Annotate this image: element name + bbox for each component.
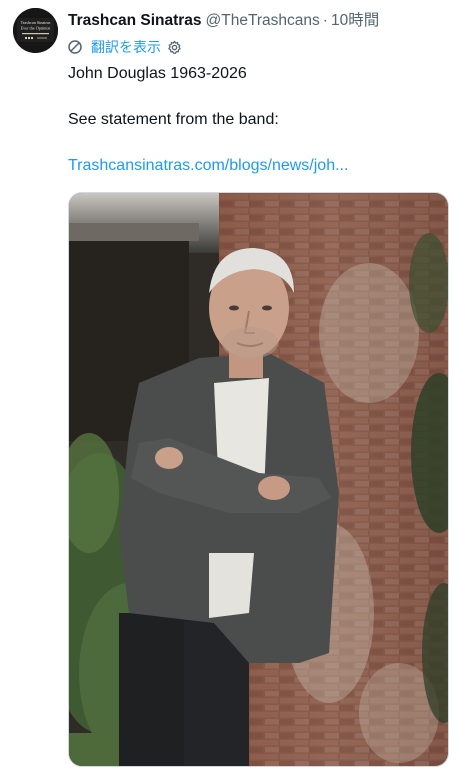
display-name[interactable]: Trashcan Sinatras — [68, 11, 202, 31]
blog-link[interactable]: Trashcansinatras.com/blogs/news/joh... — [68, 155, 458, 177]
avatar-image: Trashcan Sinatras Ever the Optimist — [13, 8, 58, 53]
tweet-header: Trashcan Sinatras @TheTrashcans · 10時間 — [68, 10, 459, 32]
translate-row: 翻訳を表示 — [67, 37, 182, 57]
user-handle[interactable]: @TheTrashcans — [206, 11, 320, 31]
avatar-text-2: Ever the Optimist — [21, 26, 52, 31]
gear-icon[interactable] — [167, 40, 182, 55]
tweet-photo[interactable] — [68, 192, 449, 767]
avatar-text-1: Trashcan Sinatras — [21, 20, 51, 25]
avatar[interactable]: Trashcan Sinatras Ever the Optimist — [13, 8, 58, 53]
separator-dot: · — [322, 12, 328, 29]
tweet-text-line-1: John Douglas 1963-2026 — [68, 65, 247, 82]
tweet-text: John Douglas 1963-2026 See statement fro… — [68, 63, 458, 177]
show-translation-link[interactable]: 翻訳を表示 — [91, 37, 161, 57]
timestamp[interactable]: 10時間 — [331, 11, 379, 31]
tweet-text-line-2: See statement from the band: — [68, 111, 279, 128]
translate-icon[interactable] — [67, 39, 83, 55]
photo-image — [69, 193, 448, 766]
